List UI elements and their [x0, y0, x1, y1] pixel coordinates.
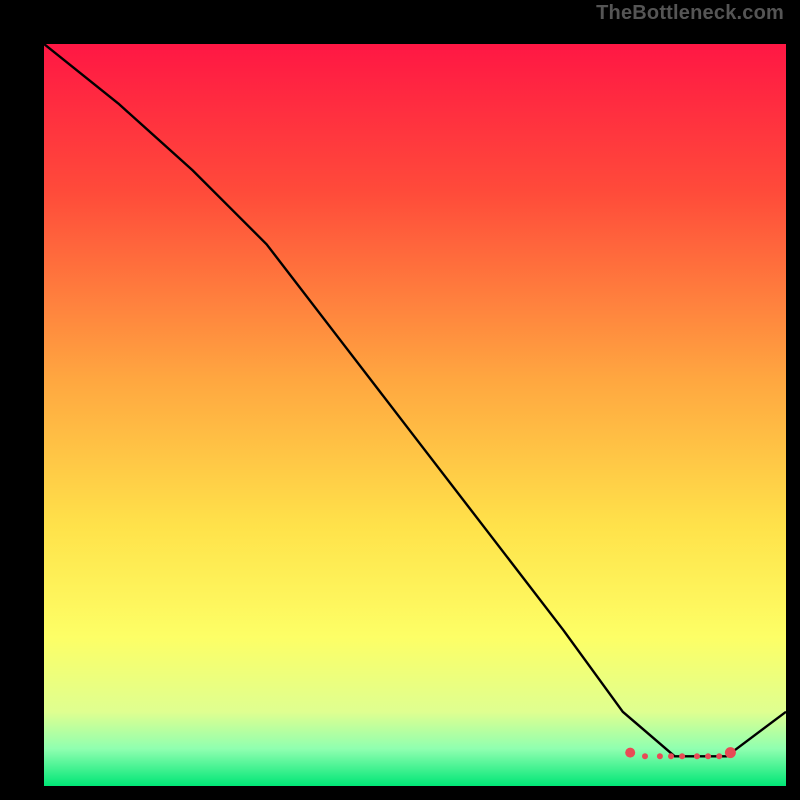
marker-dot	[668, 753, 674, 759]
marker-dot	[725, 747, 736, 758]
chart-svg	[44, 44, 786, 786]
chart-frame	[15, 15, 785, 785]
marker-dot	[642, 753, 648, 759]
marker-dot	[694, 753, 700, 759]
marker-dot	[705, 753, 711, 759]
marker-dot	[657, 753, 663, 759]
marker-dot	[716, 753, 722, 759]
marker-dot	[625, 748, 635, 758]
watermark-text: TheBottleneck.com	[596, 2, 784, 25]
chart-background	[44, 44, 786, 786]
marker-dot	[679, 753, 685, 759]
